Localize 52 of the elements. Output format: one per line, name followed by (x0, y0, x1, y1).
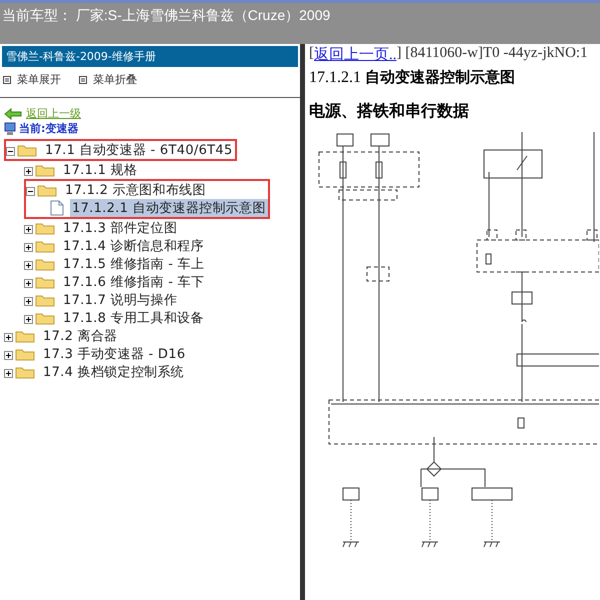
tree-item[interactable]: 17.3 手动变速器 - D16 (41, 345, 188, 363)
folder-icon (17, 143, 37, 157)
folder-icon (15, 365, 35, 379)
menu-toggle-button[interactable]: 菜单折叠 (79, 72, 137, 87)
expand-icon[interactable] (24, 224, 33, 234)
tree-item[interactable]: 17.1.5 维修指南 - 车上 (61, 255, 206, 273)
folder-icon (35, 163, 55, 177)
expand-icon[interactable] (24, 166, 33, 176)
tree-item[interactable]: 17.1.2.1 自动变速器控制示意图 (70, 199, 268, 217)
document-icon (50, 200, 64, 216)
tree-item[interactable]: 17.1.6 维修指南 - 车下 (61, 273, 206, 291)
expand-icon[interactable] (4, 350, 13, 360)
expand-icon[interactable] (4, 332, 13, 342)
tree-item[interactable]: 17.1.4 诊断信息和程序 (61, 237, 206, 255)
collapse-icon[interactable] (6, 146, 15, 156)
folder-icon (35, 311, 55, 325)
folder-icon (37, 183, 57, 197)
folder-icon (35, 239, 55, 253)
list-icon (79, 76, 87, 84)
section-title: 17.1.2.1 自动变速器控制示意图 (309, 68, 516, 87)
tree-item[interactable]: 17.1.7 说明与操作 (61, 291, 180, 309)
expand-icon[interactable] (24, 260, 33, 270)
back-arrow-icon (4, 108, 22, 120)
expand-icon[interactable] (24, 296, 33, 306)
sidebar-title: 雪佛兰-科鲁兹-2009-维修手册 (2, 46, 298, 67)
folder-icon (35, 275, 55, 289)
folder-icon (15, 347, 35, 361)
tree-item[interactable]: 17.1 自动变速器 - 6T40/6T45 (43, 141, 235, 159)
tree-item[interactable]: 17.1.1 规格 (61, 161, 140, 179)
collapse-icon[interactable] (26, 186, 35, 196)
computer-icon (4, 122, 16, 136)
document-code: ] [8411060-w]T0 -44yz-jkNO:1 (396, 45, 588, 63)
tree-item[interactable]: 17.2 离合器 (41, 327, 120, 345)
tree-item[interactable]: 17.4 换档锁定控制系统 (41, 363, 186, 381)
folder-icon (35, 221, 55, 235)
back-page-link[interactable]: 返回上一页.. (314, 45, 396, 64)
folder-icon (35, 293, 55, 307)
current-location: 当前:变速器 (19, 121, 78, 136)
folder-icon (35, 257, 55, 271)
expand-icon[interactable] (24, 278, 33, 288)
expand-icon[interactable] (24, 242, 33, 252)
tree-item[interactable]: 17.1.2 示意图和布线图 (63, 181, 208, 199)
menu-toggle-button[interactable]: 菜单展开 (3, 72, 61, 87)
diagram-heading: 电源、搭铁和串行数据 (309, 101, 470, 122)
folder-icon (15, 329, 35, 343)
expand-icon[interactable] (24, 314, 33, 324)
bracket: [ (309, 45, 314, 63)
tree-item[interactable]: 17.1.3 部件定位图 (61, 219, 180, 237)
tree-item[interactable]: 17.1.8 专用工具和设备 (61, 309, 206, 327)
vehicle-model-title: 当前车型： 厂家:S-上海雪佛兰科鲁兹（Cruze）2009 (1, 6, 330, 25)
expand-icon[interactable] (4, 368, 13, 378)
list-icon (3, 76, 11, 84)
